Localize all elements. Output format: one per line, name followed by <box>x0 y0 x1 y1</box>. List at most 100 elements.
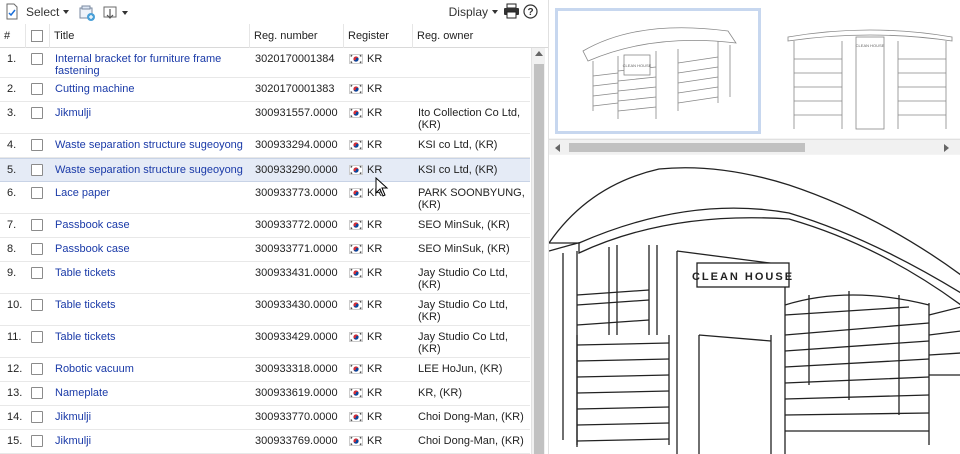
design-preview: CLEAN HOUSE <box>549 155 960 454</box>
table-row[interactable]: 11. Table tickets 300933429.0000 KR Jay … <box>0 326 530 358</box>
column-header-owner[interactable]: Reg. owner <box>413 24 548 48</box>
row-checkbox[interactable] <box>31 267 43 279</box>
row-title-link[interactable]: Waste separation structure sugeoyong <box>55 164 247 176</box>
row-title-link[interactable]: Robotic vacuum <box>55 363 247 375</box>
table-row[interactable]: 10. Table tickets 300933430.0000 KR Jay … <box>0 294 530 326</box>
row-reg-number: 3020170001383 <box>255 83 335 95</box>
toolbar: Select Display <box>0 0 548 24</box>
horizontal-scrollbar[interactable] <box>549 139 960 154</box>
row-title-link[interactable]: Jikmulji <box>55 107 247 119</box>
row-checkbox[interactable] <box>31 53 43 65</box>
print-button[interactable] <box>503 3 520 22</box>
results-panel: Select Display <box>0 0 548 454</box>
table-row[interactable]: 1. Internal bracket for furniture frame … <box>0 48 530 78</box>
korea-flag-icon <box>349 300 363 310</box>
sign-text: CLEAN HOUSE <box>692 271 794 283</box>
row-reg-number: 300933318.0000 <box>255 363 338 375</box>
table-row[interactable]: 6. Lace paper 300933773.0000 KR PARK SOO… <box>0 182 530 214</box>
row-owner: PARK SOONBYUNG, (KR) <box>418 187 530 211</box>
select-all-checkbox[interactable] <box>31 30 43 42</box>
display-menu[interactable]: Display <box>449 1 498 23</box>
row-title-link[interactable]: Passbook case <box>55 243 247 255</box>
row-register: KR <box>367 435 382 447</box>
scroll-right-arrow-icon[interactable] <box>944 144 949 152</box>
table-row[interactable]: 7. Passbook case 300933772.0000 KR SEO M… <box>0 214 530 238</box>
korea-flag-icon <box>349 436 363 446</box>
column-header-number-label: # <box>4 30 10 42</box>
column-header-title-label: Title <box>54 30 74 42</box>
scroll-up-arrow-icon[interactable] <box>535 51 543 56</box>
korea-flag-icon <box>349 108 363 118</box>
folder-add-icon <box>78 4 96 22</box>
table-row-selected[interactable]: 5. Waste separation structure sugeoyong … <box>0 158 530 182</box>
row-checkbox[interactable] <box>31 363 43 375</box>
row-reg-number: 300933429.0000 <box>255 331 338 343</box>
chevron-down-icon <box>63 10 69 14</box>
column-header-register[interactable]: Register <box>344 24 413 48</box>
row-title-link[interactable]: Lace paper <box>55 187 247 199</box>
table-row[interactable]: 8. Passbook case 300933771.0000 KR SEO M… <box>0 238 530 262</box>
row-title-link[interactable]: Table tickets <box>55 299 247 311</box>
row-checkbox[interactable] <box>31 387 43 399</box>
row-checkbox[interactable] <box>31 435 43 447</box>
row-number: 2. <box>7 83 16 95</box>
column-header-select <box>26 24 50 48</box>
korea-flag-icon <box>349 165 363 175</box>
column-header-number[interactable]: # <box>0 24 26 48</box>
scrollbar-thumb[interactable] <box>534 64 544 454</box>
column-header-reg-number[interactable]: Reg. number <box>250 24 344 48</box>
table-row[interactable]: 3. Jikmulji 300931557.0000 KR Ito Collec… <box>0 102 530 134</box>
row-reg-number: 300933772.0000 <box>255 219 338 231</box>
select-menu[interactable]: Select <box>4 1 69 23</box>
row-checkbox[interactable] <box>31 299 43 311</box>
scrollbar-thumb[interactable] <box>569 143 805 152</box>
download-menu[interactable] <box>102 2 128 24</box>
thumbnail-sign-text: CLEAN HOUSE <box>856 43 885 48</box>
row-title-link[interactable]: Jikmulji <box>55 411 247 423</box>
table-row[interactable]: 15. Jikmulji 300933769.0000 KR Choi Dong… <box>0 430 530 454</box>
row-register: KR <box>367 219 382 231</box>
row-checkbox[interactable] <box>31 187 43 199</box>
row-title-link[interactable]: Jikmulji <box>55 435 247 447</box>
row-checkbox[interactable] <box>31 219 43 231</box>
row-title-link[interactable]: Cutting machine <box>55 83 247 95</box>
vertical-scrollbar[interactable] <box>531 48 545 454</box>
row-title-link[interactable]: Table tickets <box>55 331 247 343</box>
column-header-title[interactable]: Title <box>50 24 250 48</box>
row-checkbox[interactable] <box>31 139 43 151</box>
table-row[interactable]: 14. Jikmulji 300933770.0000 KR Choi Dong… <box>0 406 530 430</box>
row-register: KR <box>367 267 382 279</box>
row-title-link[interactable]: Nameplate <box>55 387 247 399</box>
scroll-left-arrow-icon[interactable] <box>555 144 560 152</box>
row-owner: SEO MinSuk, (KR) <box>418 219 530 231</box>
row-number: 9. <box>7 267 16 279</box>
korea-flag-icon <box>349 332 363 342</box>
row-title-link[interactable]: Internal bracket for furniture frame fas… <box>55 53 247 77</box>
row-register: KR <box>367 387 382 399</box>
thumbnail-1-selected[interactable]: CLEAN HOUSE <box>555 8 761 134</box>
row-title-link[interactable]: Passbook case <box>55 219 247 231</box>
row-checkbox[interactable] <box>31 164 43 176</box>
row-title-link[interactable]: Table tickets <box>55 267 247 279</box>
thumbnail-2[interactable]: CLEAN HOUSE <box>767 8 960 134</box>
row-checkbox[interactable] <box>31 83 43 95</box>
row-number: 12. <box>7 363 22 375</box>
row-checkbox[interactable] <box>31 243 43 255</box>
help-button[interactable]: ? <box>523 4 538 22</box>
korea-flag-icon <box>349 412 363 422</box>
row-reg-number: 300933619.0000 <box>255 387 338 399</box>
table-row[interactable]: 12. Robotic vacuum 300933318.0000 KR LEE… <box>0 358 530 382</box>
row-checkbox[interactable] <box>31 107 43 119</box>
printer-icon <box>503 3 520 19</box>
row-checkbox[interactable] <box>31 411 43 423</box>
add-to-folder-button[interactable] <box>78 2 96 24</box>
table-row[interactable]: 9. Table tickets 300933431.0000 KR Jay S… <box>0 262 530 294</box>
row-checkbox[interactable] <box>31 331 43 343</box>
mouse-cursor-icon <box>375 177 389 197</box>
row-title-link[interactable]: Waste separation structure sugeoyong <box>55 139 247 151</box>
row-reg-number: 300933773.0000 <box>255 187 338 199</box>
korea-flag-icon <box>349 268 363 278</box>
table-row[interactable]: 13. Nameplate 300933619.0000 KR KR, (KR) <box>0 382 530 406</box>
table-row[interactable]: 4. Waste separation structure sugeoyong … <box>0 134 530 158</box>
table-row[interactable]: 2. Cutting machine 3020170001383 KR <box>0 78 530 102</box>
